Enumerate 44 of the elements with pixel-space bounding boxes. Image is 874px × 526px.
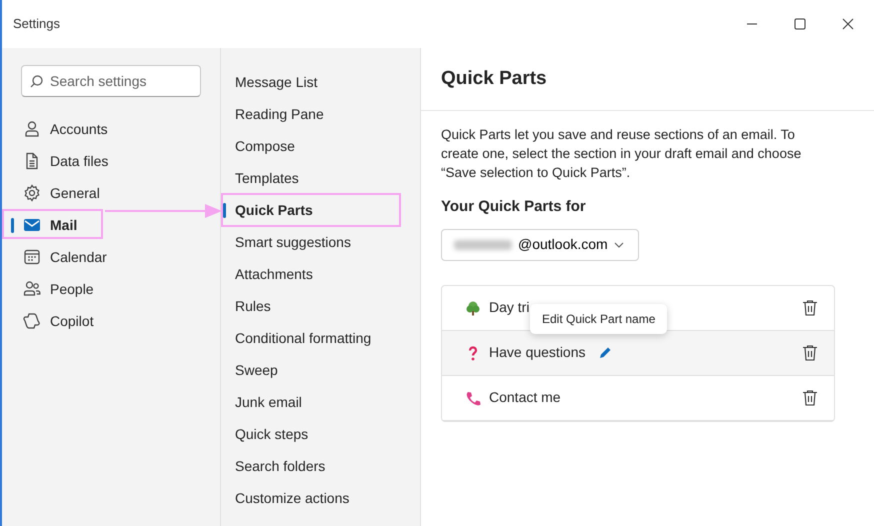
subnav-item[interactable]: Templates bbox=[221, 162, 420, 194]
subnav-item[interactable]: Attachments bbox=[221, 258, 420, 290]
search-field[interactable]: Search settings bbox=[21, 65, 201, 97]
subnav-item[interactable]: Customize actions bbox=[221, 482, 420, 514]
sidebar-item[interactable]: People bbox=[2, 273, 220, 305]
subnav-item[interactable]: Compose bbox=[221, 130, 420, 162]
close-icon bbox=[842, 18, 854, 30]
sidebar-item[interactable]: General bbox=[2, 177, 220, 209]
quick-part-name: Have questions bbox=[489, 343, 586, 362]
quick-part-row[interactable]: Contact me bbox=[442, 376, 834, 420]
quick-part-name: Contact me bbox=[489, 388, 561, 407]
window-title: Settings bbox=[13, 15, 60, 34]
description-text: Quick Parts let you save and reuse sections of an email. To create one, select the section in your draft email and choose “Save selection to Quick Parts”. bbox=[441, 126, 802, 182]
mail-icon bbox=[23, 216, 41, 234]
sidebar-item[interactable]: Copilot bbox=[2, 305, 220, 337]
section-title: Your Quick Parts for bbox=[441, 197, 587, 217]
phone-icon bbox=[465, 390, 481, 406]
page-title: Quick Parts bbox=[441, 68, 547, 90]
subnav-item[interactable]: Quick Parts bbox=[221, 194, 420, 226]
subnav-item[interactable]: Junk email bbox=[221, 386, 420, 418]
account-dropdown[interactable]: @outlook.com bbox=[441, 228, 639, 260]
subnav-item[interactable]: Quick steps bbox=[221, 418, 420, 450]
subnav-item[interactable]: Search folders bbox=[221, 450, 420, 482]
subnav-item[interactable]: Reading Pane bbox=[221, 98, 420, 130]
sidebar-item[interactable]: Mail bbox=[2, 209, 220, 241]
calendar-icon bbox=[23, 248, 41, 266]
subnav-item[interactable]: Rules bbox=[221, 290, 420, 322]
person-icon bbox=[23, 120, 41, 138]
quick-part-row[interactable]: Have questions bbox=[442, 330, 834, 376]
quick-part-name: Day tri bbox=[489, 298, 530, 317]
subnav-item[interactable]: Conditional formatting bbox=[221, 322, 420, 354]
chevron-icon bbox=[614, 242, 624, 248]
sidebar-item[interactable]: Data files bbox=[2, 145, 220, 177]
copilot-icon bbox=[23, 312, 41, 330]
sidebar-item[interactable]: Calendar bbox=[2, 241, 220, 273]
subnav-item[interactable]: Sweep bbox=[221, 354, 420, 386]
sidebar-item[interactable]: Accounts bbox=[2, 113, 220, 145]
people-icon bbox=[23, 280, 41, 298]
maximize-icon bbox=[794, 18, 806, 30]
gear-icon bbox=[23, 184, 41, 202]
tree-icon bbox=[465, 300, 481, 316]
subnav-item[interactable]: Message List bbox=[221, 66, 420, 98]
subnav-item[interactable]: Smart suggestions bbox=[221, 226, 420, 258]
tooltip: Edit Quick Part name bbox=[530, 304, 668, 334]
